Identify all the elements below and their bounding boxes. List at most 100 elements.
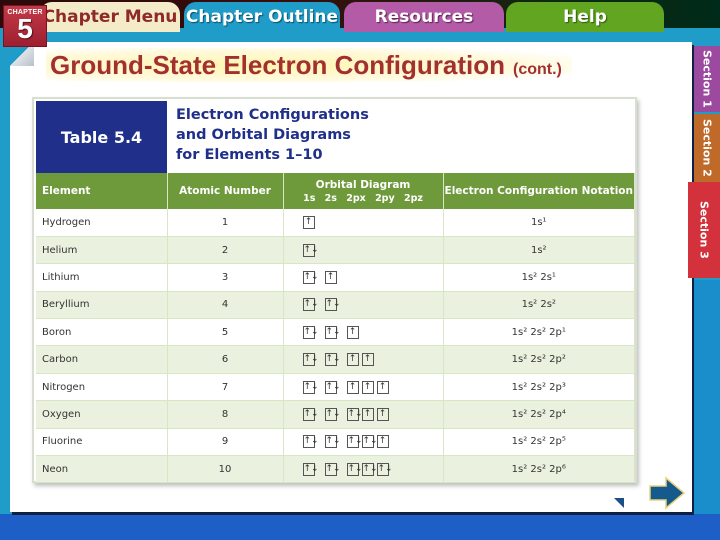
frame-bottom xyxy=(0,514,720,540)
electron-configuration: 1s² 2s² 2p⁵ xyxy=(443,428,635,457)
orbital-box: ↑ xyxy=(376,407,389,421)
orbital-box: ↑↓ xyxy=(324,407,341,421)
orbital-box: ↑ xyxy=(376,435,389,449)
section-tab-2[interactable]: Section 2 xyxy=(694,114,720,182)
table-row: Lithium 3 ↑↓ ↑ 1s² 2s¹ xyxy=(36,263,635,292)
slide-title-suffix: (cont.) xyxy=(513,61,562,78)
element-name: Helium xyxy=(36,236,168,265)
electron-config-table: Element Atomic Number Orbital Diagram 1s… xyxy=(36,173,635,484)
table-title-line: and Orbital Diagrams xyxy=(176,127,351,143)
header-orbital-sub: 1s 2s 2px 2py 2pz xyxy=(303,192,423,204)
orbital-box: ↑↓ xyxy=(346,435,363,449)
section-tab-label: Section 3 xyxy=(697,201,711,259)
orbital-diagram: ↑↓ ↑↓ ↑ ↑ xyxy=(283,345,444,374)
orbital-box: ↑↓ xyxy=(302,243,319,257)
tab-chapter-outline[interactable]: Chapter Outline xyxy=(184,2,340,32)
orbital-box: ↑ xyxy=(346,325,359,339)
orbital-box: ↑↓ xyxy=(361,435,378,449)
section-tab-3[interactable]: Section 3 xyxy=(688,182,720,278)
atomic-number: 1 xyxy=(167,209,284,237)
element-name: Beryllium xyxy=(36,291,168,320)
table-title-line: for Elements 1–10 xyxy=(176,147,323,163)
orbital-box: ↑↓ xyxy=(302,270,319,284)
orbital-box: ↑ xyxy=(346,353,359,367)
orbital-box: ↑ xyxy=(361,380,374,394)
element-name: Carbon xyxy=(36,345,168,374)
table-title: Electron Configurations and Orbital Diag… xyxy=(176,105,476,165)
table-row: Helium 2 ↑↓ 1s² xyxy=(36,236,635,265)
orbital-box: ↑↓ xyxy=(302,353,319,367)
orbital-box: ↑↓ xyxy=(346,462,363,476)
table-header-row: Element Atomic Number Orbital Diagram 1s… xyxy=(36,173,635,209)
orbital-box: ↑↓ xyxy=(302,435,319,449)
element-name: Oxygen xyxy=(36,400,168,429)
table-row: Carbon 6 ↑↓ ↑↓ ↑ ↑ 1s² 2s² 2p² xyxy=(36,345,635,374)
atomic-number: 2 xyxy=(167,236,284,265)
atomic-number: 10 xyxy=(167,455,284,484)
orbital-diagram: ↑↓ ↑↓ ↑↓↑ ↑ xyxy=(283,400,444,429)
orbital-box: ↑ xyxy=(324,270,337,284)
element-name: Neon xyxy=(36,455,168,484)
section-tab-label: Section 2 xyxy=(700,119,714,177)
table-title-line: Electron Configurations xyxy=(176,107,369,123)
slide-title: Ground-State Electron Configuration (con… xyxy=(46,48,572,82)
orbital-box: ↑↓ xyxy=(324,325,341,339)
electron-configuration: 1s¹ xyxy=(443,209,635,237)
orbital-box: ↑ xyxy=(376,380,389,394)
section-tab-label: Section 1 xyxy=(700,50,714,108)
orbital-diagram: ↑ xyxy=(283,209,444,237)
tab-resources[interactable]: Resources xyxy=(344,2,504,32)
table-row: Fluorine 9 ↑↓ ↑↓ ↑↓↑↓↑ 1s² 2s² 2p⁵ xyxy=(36,428,635,457)
electron-configuration: 1s² 2s¹ xyxy=(443,263,635,292)
element-name: Boron xyxy=(36,318,168,347)
orbital-box: ↑↓ xyxy=(302,325,319,339)
element-name: Hydrogen xyxy=(36,209,168,237)
atomic-number: 3 xyxy=(167,263,284,292)
electron-configuration: 1s² 2s² xyxy=(443,291,635,320)
slide-title-text: Ground-State Electron Configuration xyxy=(50,50,505,80)
next-slide-arrow-icon[interactable] xyxy=(648,476,686,510)
table-row: Oxygen 8 ↑↓ ↑↓ ↑↓↑ ↑ 1s² 2s² 2p⁴ xyxy=(36,400,635,429)
electron-configuration: 1s² xyxy=(443,236,635,265)
atomic-number: 8 xyxy=(167,400,284,429)
atomic-number: 7 xyxy=(167,373,284,402)
element-name: Fluorine xyxy=(36,428,168,457)
table-row: Neon 10 ↑↓ ↑↓ ↑↓↑↓↑↓ 1s² 2s² 2p⁶ xyxy=(36,455,635,484)
orbital-box: ↑ xyxy=(302,215,315,229)
orbital-box: ↑↓ xyxy=(324,353,341,367)
orbital-box: ↑↓ xyxy=(376,462,393,476)
element-name: Lithium xyxy=(36,263,168,292)
orbital-box: ↑↓ xyxy=(302,462,319,476)
orbital-box: ↑ xyxy=(361,407,374,421)
section-tab-1[interactable]: Section 1 xyxy=(694,46,720,112)
chapter-badge[interactable]: CHAPTER 5 xyxy=(3,5,47,47)
table-row: Hydrogen 1 ↑ 1s¹ xyxy=(36,209,635,237)
header-element: Element xyxy=(36,173,168,209)
orbital-box: ↑↓ xyxy=(361,462,378,476)
orbital-box: ↑↓ xyxy=(302,298,319,312)
atomic-number: 5 xyxy=(167,318,284,347)
tab-chapter-menu[interactable]: Chapter Menu xyxy=(40,2,180,32)
header-notation: Electron Configuration Notation xyxy=(443,173,635,209)
orbital-diagram: ↑↓ ↑ xyxy=(283,263,444,292)
orbital-box: ↑↓ xyxy=(346,407,363,421)
previous-slide-icon[interactable] xyxy=(614,498,624,508)
table-panel: Table 5.4 Electron Configurations and Or… xyxy=(32,97,637,484)
electron-configuration: 1s² 2s² 2p⁴ xyxy=(443,400,635,429)
orbital-box: ↑↓ xyxy=(324,298,341,312)
header-orbital-diagram: Orbital Diagram 1s 2s 2px 2py 2pz xyxy=(283,173,444,209)
electron-configuration: 1s² 2s² 2p² xyxy=(443,345,635,374)
atomic-number: 6 xyxy=(167,345,284,374)
header-orbital-title: Orbital Diagram xyxy=(315,178,411,191)
orbital-box: ↑↓ xyxy=(324,462,341,476)
electron-configuration: 1s² 2s² 2p⁶ xyxy=(443,455,635,484)
chapter-number: 5 xyxy=(17,13,33,44)
table-number: Table 5.4 xyxy=(36,101,167,173)
orbital-diagram: ↑↓ ↑↓ ↑↓↑↓↑↓ xyxy=(283,455,444,484)
atomic-number: 4 xyxy=(167,291,284,320)
orbital-box: ↑↓ xyxy=(302,380,319,394)
tab-help[interactable]: Help xyxy=(506,2,664,32)
electron-configuration: 1s² 2s² 2p¹ xyxy=(443,318,635,347)
orbital-box: ↑↓ xyxy=(302,407,319,421)
table-row: Beryllium 4 ↑↓ ↑↓ 1s² 2s² xyxy=(36,291,635,320)
